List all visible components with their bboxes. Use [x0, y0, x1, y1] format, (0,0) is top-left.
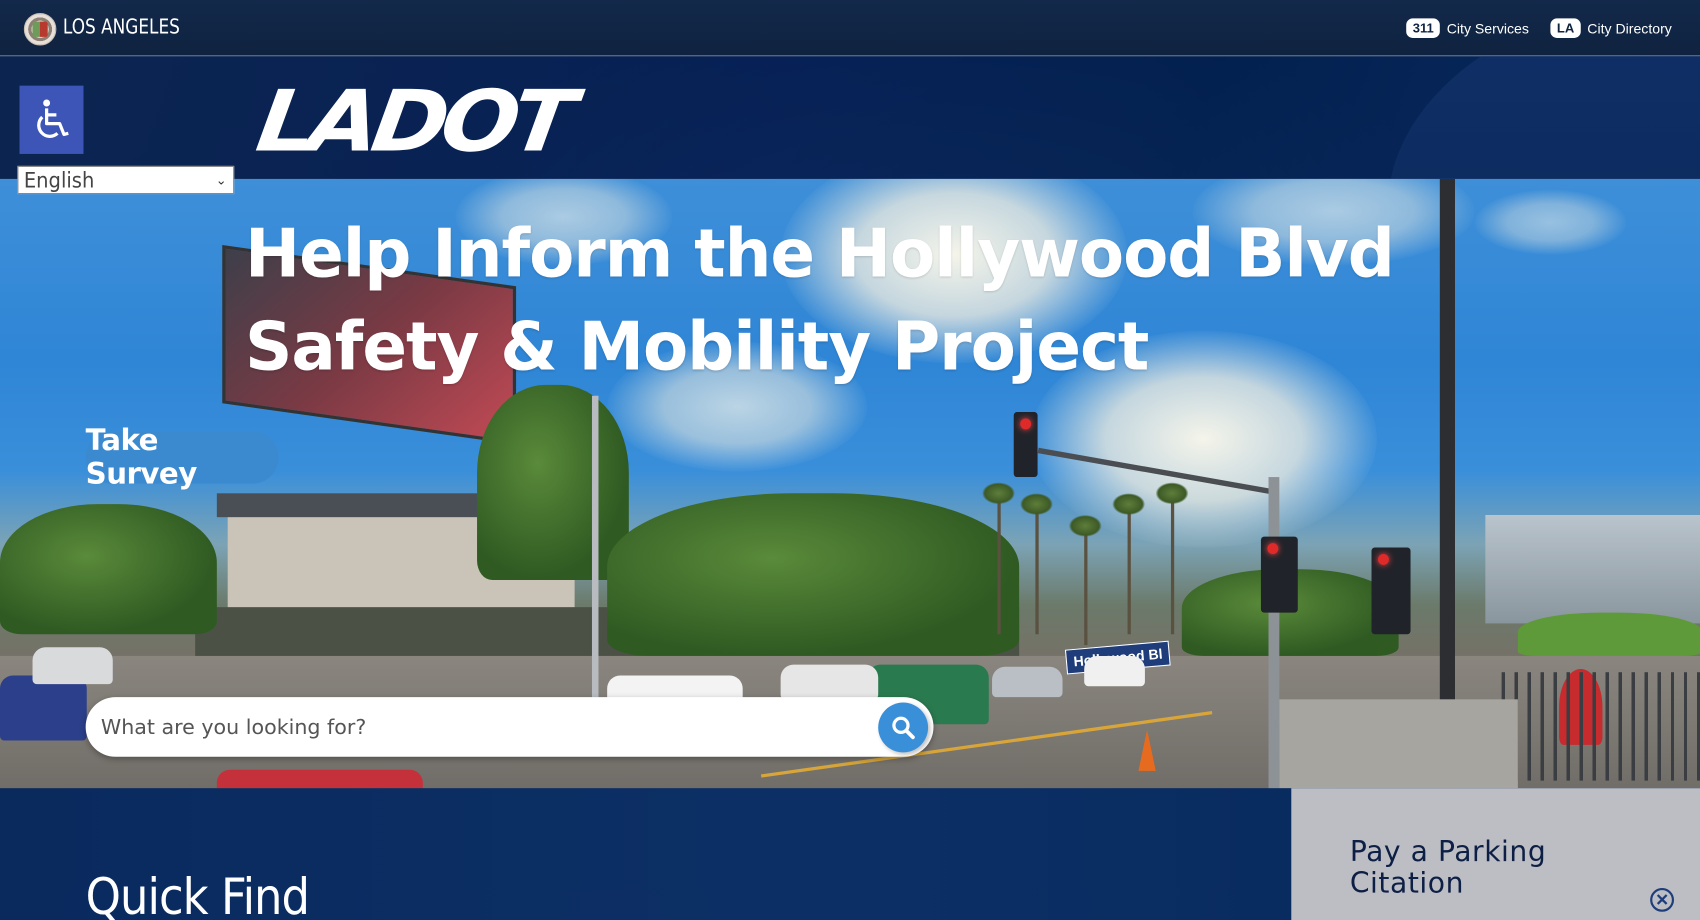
- car: [992, 666, 1063, 698]
- search-button[interactable]: [878, 702, 929, 753]
- palm-tree: [1112, 493, 1145, 635]
- language-select[interactable]: English ⌄: [17, 165, 235, 195]
- car: [1084, 655, 1145, 687]
- traffic-cone: [1138, 729, 1156, 771]
- citation-title-line-1: Pay a Parking: [1349, 835, 1547, 869]
- pay-citation-card[interactable]: Pay a Parking Citation ✕: [1291, 788, 1700, 920]
- city-services-link[interactable]: 311 City Services: [1406, 18, 1529, 38]
- tree: [477, 384, 629, 581]
- citation-title: Pay a Parking Citation: [1349, 835, 1547, 900]
- la-badge: LA: [1550, 18, 1581, 38]
- take-survey-button[interactable]: Take Survey: [85, 424, 279, 491]
- pole: [591, 395, 599, 700]
- city-directory-link[interactable]: LA City Directory: [1550, 18, 1672, 38]
- search-input[interactable]: [98, 707, 862, 748]
- city-directory-label: City Directory: [1587, 20, 1672, 37]
- hero-title-line-1: Help Inform the Hollywood Blvd: [245, 213, 1395, 293]
- hero-title-line-2: Safety & Mobility Project: [245, 306, 1149, 386]
- cloud: [1474, 189, 1627, 255]
- wheelchair-icon: [36, 98, 69, 138]
- language-selected: English: [23, 166, 95, 193]
- building-viacom: [1485, 514, 1700, 624]
- hero-title: Help Inform the Hollywood Blvd Safety & …: [245, 207, 1395, 393]
- car: [780, 664, 879, 700]
- top-utility-bar: LOS ANGELES 311 City Services LA City Di…: [0, 0, 1700, 57]
- close-icon[interactable]: ✕: [1650, 887, 1675, 912]
- palm-tree: [1155, 482, 1189, 635]
- ladot-logo[interactable]: LADOT: [251, 74, 575, 172]
- traffic-signal: [1371, 547, 1411, 635]
- palm-tree: [1020, 493, 1053, 635]
- tree: [0, 504, 217, 635]
- citation-title-line-2: Citation: [1349, 867, 1465, 900]
- fence: [1501, 672, 1700, 781]
- accessibility-button[interactable]: [19, 85, 84, 154]
- tree: [607, 493, 1020, 656]
- chevron-down-icon: ⌄: [215, 172, 227, 188]
- city-name-link[interactable]: LOS ANGELES: [63, 15, 180, 39]
- sidewalk: [1279, 699, 1518, 789]
- quick-find-heading: Quick Find: [85, 867, 310, 920]
- pole: [1439, 178, 1455, 789]
- car: [216, 769, 423, 789]
- tree: [1517, 612, 1700, 656]
- city-services-label: City Services: [1446, 20, 1529, 37]
- traffic-signal: [1013, 411, 1038, 478]
- palm-tree: [1069, 514, 1102, 646]
- 311-badge: 311: [1406, 18, 1441, 38]
- palm-tree: [982, 482, 1015, 635]
- city-seal-icon[interactable]: [23, 13, 57, 46]
- search-icon: [892, 716, 915, 740]
- car: [32, 647, 113, 685]
- page: LOS ANGELES 311 City Services LA City Di…: [0, 0, 1700, 920]
- traffic-signal: [1260, 536, 1298, 613]
- pole: [1268, 477, 1280, 789]
- car: [0, 675, 87, 741]
- site-search: [85, 697, 934, 757]
